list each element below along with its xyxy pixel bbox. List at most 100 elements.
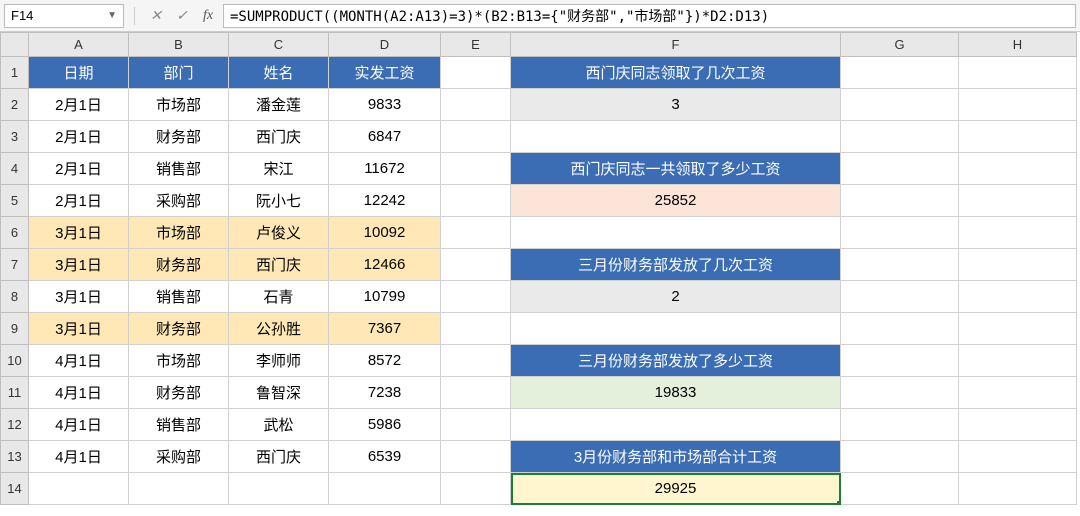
row-header[interactable]: 7 [1, 249, 29, 281]
cell[interactable]: 西门庆 [229, 249, 329, 281]
cell[interactable]: 4月1日 [29, 409, 129, 441]
cell[interactable] [441, 249, 511, 281]
cell[interactable] [959, 281, 1077, 313]
row-header[interactable]: 10 [1, 345, 29, 377]
cell[interactable]: 3月1日 [29, 217, 129, 249]
cell[interactable] [959, 121, 1077, 153]
cell[interactable]: 李师师 [229, 345, 329, 377]
cell[interactable] [441, 217, 511, 249]
cell[interactable] [511, 217, 841, 249]
row-header[interactable]: 2 [1, 89, 29, 121]
cell[interactable]: 采购部 [129, 185, 229, 217]
cell[interactable] [959, 441, 1077, 473]
row-header[interactable]: 14 [1, 473, 29, 505]
cell[interactable]: 7238 [329, 377, 441, 409]
column-header[interactable]: F [511, 33, 841, 57]
cell[interactable] [441, 57, 511, 89]
cell[interactable] [441, 441, 511, 473]
cell[interactable]: 11672 [329, 153, 441, 185]
cell[interactable] [441, 121, 511, 153]
cell[interactable]: 西门庆 [229, 441, 329, 473]
cell[interactable]: 4月1日 [29, 377, 129, 409]
cell[interactable] [441, 313, 511, 345]
row-header[interactable]: 6 [1, 217, 29, 249]
cell[interactable] [841, 281, 959, 313]
cell[interactable] [441, 345, 511, 377]
cell[interactable]: 销售部 [129, 281, 229, 313]
cell[interactable]: 12242 [329, 185, 441, 217]
cell[interactable] [959, 89, 1077, 121]
active-cell[interactable]: 29925 [511, 473, 841, 505]
cell[interactable]: 公孙胜 [229, 313, 329, 345]
column-header[interactable]: H [959, 33, 1077, 57]
cell[interactable] [511, 409, 841, 441]
cell[interactable] [441, 409, 511, 441]
cell[interactable]: 4月1日 [29, 345, 129, 377]
cell[interactable]: 市场部 [129, 217, 229, 249]
cell[interactable] [841, 121, 959, 153]
cell[interactable]: 10799 [329, 281, 441, 313]
cell[interactable]: 2月1日 [29, 153, 129, 185]
enter-icon[interactable]: ✓ [171, 5, 193, 27]
cell[interactable]: 8572 [329, 345, 441, 377]
cell[interactable]: 2月1日 [29, 89, 129, 121]
cell[interactable]: 采购部 [129, 441, 229, 473]
cell[interactable] [959, 217, 1077, 249]
cell[interactable]: 3月1日 [29, 249, 129, 281]
cell[interactable]: 财务部 [129, 313, 229, 345]
cell[interactable]: 7367 [329, 313, 441, 345]
header-date[interactable]: 日期 [29, 57, 129, 89]
cell[interactable] [441, 473, 511, 505]
cell[interactable]: 石青 [229, 281, 329, 313]
cell[interactable] [441, 153, 511, 185]
row-header[interactable]: 11 [1, 377, 29, 409]
cell[interactable] [841, 153, 959, 185]
cell[interactable] [511, 313, 841, 345]
cell[interactable] [959, 345, 1077, 377]
cell[interactable] [959, 409, 1077, 441]
cell[interactable]: 5986 [329, 409, 441, 441]
cell[interactable]: 阮小七 [229, 185, 329, 217]
cell[interactable] [841, 473, 959, 505]
column-header[interactable]: E [441, 33, 511, 57]
cell[interactable] [959, 377, 1077, 409]
cell[interactable]: 10092 [329, 217, 441, 249]
cell[interactable]: 武松 [229, 409, 329, 441]
cell[interactable] [441, 185, 511, 217]
cell[interactable] [959, 185, 1077, 217]
cell[interactable]: 鲁智深 [229, 377, 329, 409]
row-header[interactable]: 1 [1, 57, 29, 89]
insert-function-icon[interactable]: fx [197, 5, 219, 27]
header-salary[interactable]: 实发工资 [329, 57, 441, 89]
cell[interactable]: 西门庆 [229, 121, 329, 153]
question-label[interactable]: 西门庆同志一共领取了多少工资 [511, 153, 841, 185]
cell[interactable] [841, 89, 959, 121]
question-label[interactable]: 三月份财务部发放了多少工资 [511, 345, 841, 377]
cell[interactable]: 市场部 [129, 89, 229, 121]
row-header[interactable]: 8 [1, 281, 29, 313]
select-all-corner[interactable] [1, 33, 29, 57]
row-header[interactable]: 13 [1, 441, 29, 473]
column-header[interactable]: B [129, 33, 229, 57]
chevron-down-icon[interactable]: ▼ [107, 10, 117, 21]
answer-cell[interactable]: 25852 [511, 185, 841, 217]
cell[interactable] [841, 249, 959, 281]
cell[interactable]: 3月1日 [29, 281, 129, 313]
cell[interactable] [29, 473, 129, 505]
formula-input[interactable]: =SUMPRODUCT((MONTH(A2:A13)=3)*(B2:B13={"… [223, 4, 1076, 28]
column-header[interactable]: G [841, 33, 959, 57]
cell[interactable] [229, 473, 329, 505]
cell[interactable]: 销售部 [129, 409, 229, 441]
question-label[interactable]: 三月份财务部发放了几次工资 [511, 249, 841, 281]
cell[interactable] [441, 89, 511, 121]
column-header[interactable]: A [29, 33, 129, 57]
cell[interactable]: 2月1日 [29, 121, 129, 153]
question-label[interactable]: 3月份财务部和市场部合计工资 [511, 441, 841, 473]
cell[interactable] [511, 121, 841, 153]
answer-cell[interactable]: 19833 [511, 377, 841, 409]
cell[interactable] [841, 57, 959, 89]
cell[interactable]: 3月1日 [29, 313, 129, 345]
cell[interactable]: 6539 [329, 441, 441, 473]
cell[interactable] [841, 185, 959, 217]
name-box[interactable]: F14 ▼ [4, 4, 124, 28]
